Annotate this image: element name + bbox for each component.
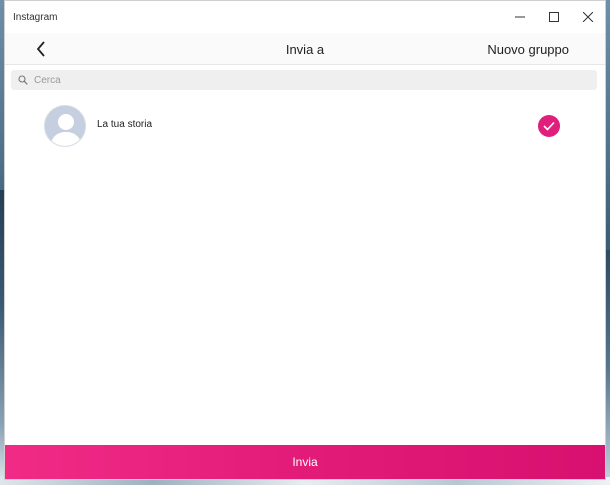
chevron-left-icon <box>36 41 45 57</box>
maximize-button[interactable] <box>537 1 571 33</box>
minimize-icon <box>515 16 525 18</box>
back-button[interactable] <box>31 39 51 59</box>
close-button[interactable] <box>571 1 605 33</box>
header-bar: Invia a Nuovo gruppo <box>5 33 605 65</box>
search-input[interactable] <box>34 74 334 86</box>
list-item[interactable]: La tua storia <box>5 105 605 147</box>
app-window: Instagram Invia a Nuovo gruppo Cerca La … <box>4 0 606 480</box>
send-button[interactable]: Invia <box>5 445 605 479</box>
close-icon <box>583 12 593 22</box>
recipient-list: La tua storia <box>5 90 605 445</box>
search-icon <box>18 75 28 85</box>
search-container <box>5 65 605 90</box>
new-group-button[interactable]: Nuovo gruppo <box>487 42 569 57</box>
title-bar[interactable]: Instagram <box>5 1 605 33</box>
selection-checkbox[interactable] <box>538 115 560 137</box>
search-bar[interactable] <box>11 70 597 90</box>
maximize-icon <box>549 12 559 22</box>
window-title: Instagram <box>13 11 58 23</box>
list-item-label: La tua storia <box>97 119 153 130</box>
checkmark-icon <box>543 121 555 131</box>
default-avatar-icon <box>44 105 86 147</box>
minimize-button[interactable] <box>503 1 537 33</box>
